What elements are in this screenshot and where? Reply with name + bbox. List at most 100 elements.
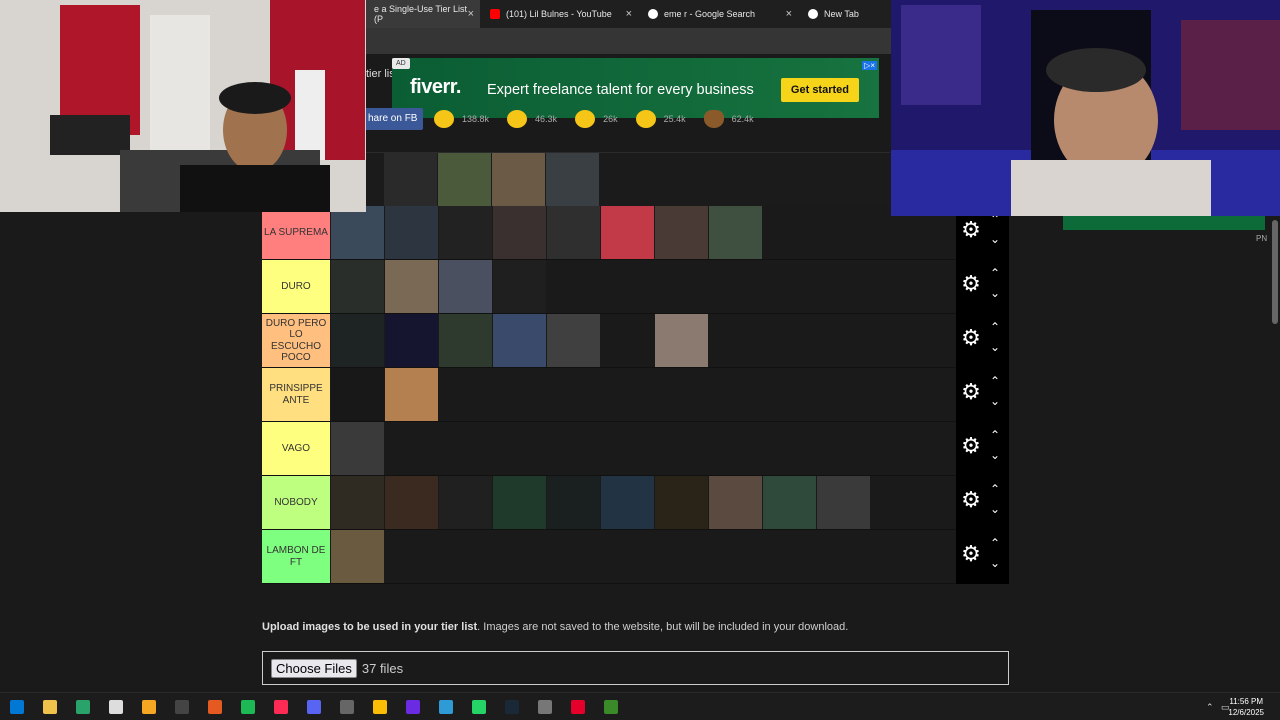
taskbar-app-icon[interactable] bbox=[109, 700, 123, 714]
tier-label[interactable]: LA SUPREMA bbox=[262, 206, 330, 259]
image-thumbnail[interactable] bbox=[493, 206, 546, 259]
image-thumbnail[interactable] bbox=[438, 153, 491, 206]
taskbar-app-icon[interactable] bbox=[76, 700, 90, 714]
image-thumbnail[interactable] bbox=[331, 368, 384, 421]
tray-chevron-icon[interactable]: ⌃ bbox=[1206, 702, 1214, 713]
image-thumbnail[interactable] bbox=[817, 476, 870, 529]
reaction-hands[interactable]: 25.4k bbox=[635, 110, 686, 128]
image-thumbnail[interactable] bbox=[331, 260, 384, 313]
move-up-icon[interactable]: ⌃ bbox=[987, 320, 1003, 334]
move-down-icon[interactable]: ⌄ bbox=[987, 232, 1003, 246]
gear-icon[interactable]: ⚙ bbox=[960, 543, 982, 565]
image-thumbnail[interactable] bbox=[655, 476, 708, 529]
image-thumbnail[interactable] bbox=[385, 314, 438, 367]
reaction-grin[interactable]: 138.8k bbox=[434, 110, 489, 128]
reaction-poo[interactable]: 62.4k bbox=[703, 110, 754, 128]
image-thumbnail[interactable] bbox=[331, 530, 384, 583]
move-down-icon[interactable]: ⌄ bbox=[987, 502, 1003, 516]
taskbar-app-icon[interactable] bbox=[307, 700, 321, 714]
page-scrollbar[interactable] bbox=[1272, 220, 1278, 324]
image-thumbnail[interactable] bbox=[601, 206, 654, 259]
image-thumbnail[interactable] bbox=[709, 206, 762, 259]
image-thumbnail[interactable] bbox=[385, 206, 438, 259]
close-icon[interactable]: × bbox=[786, 8, 792, 20]
move-down-icon[interactable]: ⌄ bbox=[987, 448, 1003, 462]
taskbar-app-icon[interactable] bbox=[43, 700, 57, 714]
ad-choices-icon[interactable]: ▷× bbox=[862, 61, 877, 70]
image-thumbnail[interactable] bbox=[547, 476, 600, 529]
reaction-smile[interactable]: 46.3k bbox=[507, 110, 557, 128]
tier-label[interactable]: LAMBON DE FT bbox=[262, 530, 330, 583]
image-thumbnail[interactable] bbox=[763, 476, 816, 529]
image-thumbnail[interactable] bbox=[385, 260, 438, 313]
image-thumbnail[interactable] bbox=[439, 476, 492, 529]
share-facebook-button[interactable]: hare on FB bbox=[362, 108, 424, 130]
image-thumbnail[interactable] bbox=[709, 476, 762, 529]
gear-icon[interactable]: ⚙ bbox=[960, 219, 982, 241]
reaction-laugh[interactable]: 26k bbox=[575, 110, 618, 128]
gear-icon[interactable]: ⚙ bbox=[960, 381, 982, 403]
image-thumbnail[interactable] bbox=[384, 153, 437, 206]
move-up-icon[interactable]: ⌃ bbox=[987, 374, 1003, 388]
image-thumbnail[interactable] bbox=[601, 314, 654, 367]
taskbar-app-icon[interactable] bbox=[373, 700, 387, 714]
windows-start-icon[interactable] bbox=[10, 700, 24, 714]
gear-icon[interactable]: ⚙ bbox=[960, 489, 982, 511]
fiverr-ad-banner[interactable]: AD ▷× fiverr. Expert freelance talent fo… bbox=[392, 58, 879, 118]
taskbar-app-icon[interactable] bbox=[406, 700, 420, 714]
image-thumbnail[interactable] bbox=[439, 260, 492, 313]
close-icon[interactable]: × bbox=[626, 8, 632, 20]
move-up-icon[interactable]: ⌃ bbox=[987, 482, 1003, 496]
gear-icon[interactable]: ⚙ bbox=[960, 435, 982, 457]
tier-label[interactable]: NOBODY bbox=[262, 476, 330, 529]
image-thumbnail[interactable] bbox=[493, 476, 546, 529]
taskbar-clock[interactable]: 11:56 PM 12/6/2025 bbox=[1228, 696, 1264, 718]
taskbar-app-icon[interactable] bbox=[340, 700, 354, 714]
image-thumbnail[interactable] bbox=[547, 206, 600, 259]
file-upload-field[interactable]: Choose Files 37 files bbox=[262, 651, 1009, 685]
image-thumbnail[interactable] bbox=[439, 206, 492, 259]
move-down-icon[interactable]: ⌄ bbox=[987, 286, 1003, 300]
image-thumbnail[interactable] bbox=[331, 476, 384, 529]
choose-files-button[interactable]: Choose Files bbox=[271, 658, 357, 678]
image-thumbnail[interactable] bbox=[601, 476, 654, 529]
image-thumbnail[interactable] bbox=[492, 153, 545, 206]
taskbar-app-icon[interactable] bbox=[505, 700, 519, 714]
image-thumbnail[interactable] bbox=[385, 476, 438, 529]
taskbar-app-icon[interactable] bbox=[538, 700, 552, 714]
tab-tier-list[interactable]: e a Single-Use Tier List (P × bbox=[366, 0, 480, 28]
taskbar-app-icon[interactable] bbox=[175, 700, 189, 714]
image-thumbnail[interactable] bbox=[331, 206, 384, 259]
gear-icon[interactable]: ⚙ bbox=[960, 273, 982, 295]
close-icon[interactable]: × bbox=[468, 8, 474, 20]
tab-youtube[interactable]: (101) Lil Bulnes - YouTube × bbox=[482, 0, 638, 28]
move-up-icon[interactable]: ⌃ bbox=[987, 428, 1003, 442]
taskbar-app-icon[interactable] bbox=[274, 700, 288, 714]
taskbar-app-icon[interactable] bbox=[604, 700, 618, 714]
gear-icon[interactable]: ⚙ bbox=[960, 327, 982, 349]
image-thumbnail[interactable] bbox=[493, 260, 546, 313]
image-thumbnail[interactable] bbox=[655, 206, 708, 259]
image-thumbnail[interactable] bbox=[439, 314, 492, 367]
taskbar-app-icon[interactable] bbox=[472, 700, 486, 714]
tab-google-search[interactable]: eme r - Google Search × bbox=[640, 0, 798, 28]
tier-label[interactable]: DURO bbox=[262, 260, 330, 313]
move-down-icon[interactable]: ⌄ bbox=[987, 394, 1003, 408]
taskbar-app-icon[interactable] bbox=[439, 700, 453, 714]
move-down-icon[interactable]: ⌄ bbox=[987, 340, 1003, 354]
move-up-icon[interactable]: ⌃ bbox=[987, 536, 1003, 550]
taskbar-app-icon[interactable] bbox=[241, 700, 255, 714]
image-thumbnail[interactable] bbox=[493, 314, 546, 367]
image-thumbnail[interactable] bbox=[655, 314, 708, 367]
tier-label[interactable]: VAGO bbox=[262, 422, 330, 475]
taskbar-app-icon[interactable] bbox=[142, 700, 156, 714]
image-thumbnail[interactable] bbox=[385, 368, 438, 421]
tab-new-tab[interactable]: New Tab bbox=[800, 0, 890, 28]
move-down-icon[interactable]: ⌄ bbox=[987, 556, 1003, 570]
taskbar-app-icon[interactable] bbox=[571, 700, 585, 714]
tier-label[interactable]: PRINSIPPE ANTE bbox=[262, 368, 330, 421]
tier-label[interactable]: DURO PERO LO ESCUCHO POCO bbox=[262, 314, 330, 367]
taskbar-app-icon[interactable] bbox=[208, 700, 222, 714]
get-started-button[interactable]: Get started bbox=[780, 78, 859, 102]
image-thumbnail[interactable] bbox=[331, 314, 384, 367]
